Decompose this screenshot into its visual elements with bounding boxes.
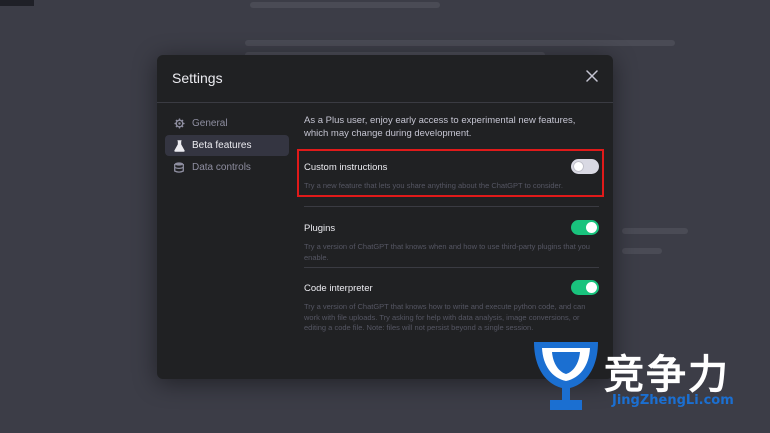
sidebar-item-label: Data controls (192, 162, 251, 173)
beta-features-panel: As a Plus user, enjoy early access to ex… (304, 114, 599, 332)
sidebar-item-label: General (192, 118, 228, 129)
close-button[interactable] (583, 69, 601, 87)
database-icon (173, 162, 185, 174)
watermark-url-text: JingZhengLi.com (612, 393, 734, 408)
settings-sidebar: General Beta features Data controls (165, 113, 289, 179)
feature-label: Plugins (304, 223, 336, 234)
watermark-logo: 竞争力 JingZhengLi.com (528, 336, 758, 416)
beta-intro-text: As a Plus user, enjoy early access to ex… (304, 115, 576, 139)
dialog-header: Settings (157, 55, 613, 103)
background-text-line (622, 228, 688, 234)
watermark-chinese-text: 竞争力 (604, 352, 730, 398)
background-text-line (622, 248, 662, 254)
feature-label: Code interpreter (304, 283, 373, 294)
close-icon (586, 70, 598, 82)
sidebar-item-general[interactable]: General (165, 113, 289, 134)
feature-description: Try a version of ChatGPT that knows how … (304, 302, 586, 332)
sidebar-item-data-controls[interactable]: Data controls (165, 157, 289, 178)
feature-description: Try a version of ChatGPT that knows when… (304, 242, 590, 262)
gear-icon (173, 118, 185, 130)
divider (304, 267, 599, 268)
top-left-bar (0, 0, 34, 6)
trophy-icon (534, 342, 598, 410)
plugins-toggle[interactable] (571, 220, 599, 235)
toggle-knob (586, 222, 597, 233)
settings-dialog: Settings General Beta features Data cont… (157, 55, 613, 379)
highlight-box (297, 149, 604, 197)
background-text-line (250, 2, 440, 8)
sidebar-item-label: Beta features (192, 140, 252, 151)
toggle-knob (586, 282, 597, 293)
divider (304, 206, 599, 207)
sidebar-item-beta-features[interactable]: Beta features (165, 135, 289, 156)
flask-icon (173, 139, 185, 152)
code-interpreter-toggle[interactable] (571, 280, 599, 295)
background-text-line (245, 40, 675, 46)
dialog-title: Settings (172, 70, 223, 86)
